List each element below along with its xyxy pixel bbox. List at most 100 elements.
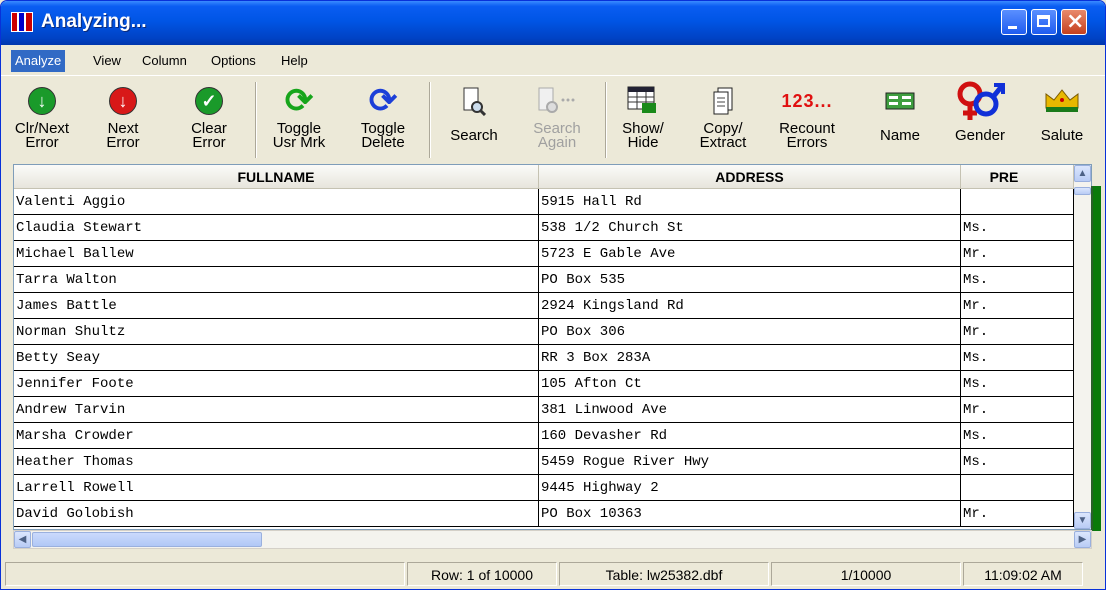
cell-fullname[interactable]: Norman Shultz	[14, 319, 539, 345]
cell-address[interactable]: RR 3 Box 283A	[539, 345, 961, 371]
cell-address[interactable]: 160 Devasher Rd	[539, 423, 961, 449]
cell-pre[interactable]: Ms.	[961, 371, 1074, 397]
cell-fullname[interactable]: Heather Thomas	[14, 449, 539, 475]
show-hide-button[interactable]: Show/ Hide	[613, 80, 673, 160]
minimize-button[interactable]	[1001, 9, 1027, 35]
clear-error-button[interactable]: ✓ Clear Error	[183, 80, 235, 160]
cell-address[interactable]: 5915 Hall Rd	[539, 189, 961, 215]
salute-button[interactable]: Salute	[1027, 80, 1097, 160]
menu-view[interactable]: View	[89, 50, 125, 72]
table-row[interactable]: Marsha Crowder 160 Devasher Rd Ms.	[14, 423, 1074, 449]
cell-pre[interactable]: Ms.	[961, 423, 1074, 449]
copy-extract-button[interactable]: Copy/ Extract	[691, 80, 755, 160]
cell-pre[interactable]: Mr.	[961, 241, 1074, 267]
cell-address[interactable]: PO Box 535	[539, 267, 961, 293]
table-row[interactable]: Heather Thomas 5459 Rogue River Hwy Ms.	[14, 449, 1074, 475]
table-row[interactable]: Larrell Rowell 9445 Highway 2	[14, 475, 1074, 501]
toggle-delete-button[interactable]: ⟳ Toggle Delete	[351, 80, 415, 160]
cell-pre[interactable]: Mr.	[961, 319, 1074, 345]
cell-pre[interactable]: Mr.	[961, 293, 1074, 319]
toolbar-separator	[255, 82, 257, 158]
name-button[interactable]: Name	[869, 80, 931, 160]
search-again-icon	[538, 87, 575, 113]
menu-analyze[interactable]: Analyze	[11, 50, 66, 72]
cell-address[interactable]: PO Box 10363	[539, 501, 961, 527]
search-again-label: Search Again	[533, 120, 581, 151]
menu-options[interactable]: Options	[207, 50, 260, 72]
cell-fullname[interactable]: Valenti Aggio	[14, 189, 539, 215]
clear-error-label: Clear Error	[191, 120, 227, 151]
cell-pre[interactable]: Ms.	[961, 215, 1074, 241]
cell-address[interactable]: PO Box 306	[539, 319, 961, 345]
cell-pre[interactable]: Mr.	[961, 397, 1074, 423]
scroll-down-button[interactable]: ▼	[1074, 512, 1091, 529]
toggle-usr-mrk-button[interactable]: ⟳ Toggle Usr Mrk	[267, 80, 331, 160]
cell-pre[interactable]: Ms.	[961, 345, 1074, 371]
menu-column[interactable]: Column	[138, 50, 191, 72]
table-row[interactable]: Valenti Aggio 5915 Hall Rd	[14, 189, 1074, 215]
blue-refresh-icon: ⟳	[368, 82, 398, 120]
cell-pre[interactable]: Ms.	[961, 267, 1074, 293]
table-row[interactable]: Tarra Walton PO Box 535 Ms.	[14, 267, 1074, 293]
toolbar-separator	[429, 82, 431, 158]
scroll-up-button[interactable]: ▲	[1074, 165, 1091, 182]
close-button[interactable]: ×	[1061, 9, 1087, 35]
table-row[interactable]: Jennifer Foote 105 Afton Ct Ms.	[14, 371, 1074, 397]
table-row[interactable]: Claudia Stewart 538 1/2 Church St Ms.	[14, 215, 1074, 241]
cell-fullname[interactable]: Jennifer Foote	[14, 371, 539, 397]
cell-fullname[interactable]: Claudia Stewart	[14, 215, 539, 241]
table-row[interactable]: Norman Shultz PO Box 306 Mr.	[14, 319, 1074, 345]
recount-errors-label: Recount Errors	[779, 120, 835, 151]
green-down-arrow-icon: ↓	[28, 87, 56, 115]
cell-fullname[interactable]: James Battle	[14, 293, 539, 319]
column-header-address[interactable]: ADDRESS	[539, 165, 961, 189]
vertical-scrollbar[interactable]: ▲ ▼	[1074, 165, 1091, 529]
scroll-right-button[interactable]: ▶	[1074, 531, 1091, 548]
data-grid[interactable]: FULLNAME ADDRESS PRE Valenti Aggio 5915 H…	[13, 164, 1092, 530]
cell-pre[interactable]: Ms.	[961, 449, 1074, 475]
cell-pre[interactable]: Mr.	[961, 501, 1074, 527]
horizontal-scroll-thumb[interactable]	[32, 532, 262, 547]
cell-fullname[interactable]: Andrew Tarvin	[14, 397, 539, 423]
table-row[interactable]: James Battle 2924 Kingsland Rd Mr.	[14, 293, 1074, 319]
cell-fullname[interactable]: Tarra Walton	[14, 267, 539, 293]
maximize-button[interactable]	[1031, 9, 1057, 35]
cell-pre[interactable]	[961, 475, 1074, 501]
recount-errors-button[interactable]: 123... Recount Errors	[769, 80, 845, 160]
title-bar[interactable]: Analyzing... ×	[1, 1, 1105, 45]
scroll-left-button[interactable]: ◀	[14, 531, 31, 548]
cell-fullname[interactable]: Larrell Rowell	[14, 475, 539, 501]
cell-address[interactable]: 381 Linwood Ave	[539, 397, 961, 423]
table-row[interactable]: Betty Seay RR 3 Box 283A Ms.	[14, 345, 1074, 371]
vertical-scroll-thumb[interactable]	[1074, 187, 1091, 195]
red-down-arrow-icon: ↓	[109, 87, 137, 115]
table-row[interactable]: David Golobish PO Box 10363 Mr.	[14, 501, 1074, 527]
search-button[interactable]: Search	[441, 80, 507, 160]
cell-pre[interactable]	[961, 189, 1074, 215]
cell-address[interactable]: 5723 E Gable Ave	[539, 241, 961, 267]
cell-fullname[interactable]: Michael Ballew	[14, 241, 539, 267]
search-again-button[interactable]: Search Again	[521, 80, 593, 160]
cell-address[interactable]: 538 1/2 Church St	[539, 215, 961, 241]
table-row[interactable]: Michael Ballew 5723 E Gable Ave Mr.	[14, 241, 1074, 267]
next-error-button[interactable]: ↓ Next Error	[99, 80, 147, 160]
green-refresh-icon: ⟳	[284, 82, 314, 120]
menu-help[interactable]: Help	[277, 50, 312, 72]
cell-fullname[interactable]: David Golobish	[14, 501, 539, 527]
table-row[interactable]: Andrew Tarvin 381 Linwood Ave Mr.	[14, 397, 1074, 423]
toggle-usr-mrk-label: Toggle Usr Mrk	[272, 120, 326, 151]
horizontal-scrollbar[interactable]: ◀ ▶	[13, 530, 1092, 549]
cell-fullname[interactable]: Betty Seay	[14, 345, 539, 371]
cell-address[interactable]: 105 Afton Ct	[539, 371, 961, 397]
clr-next-error-button[interactable]: ↓ Clr/Next Error	[11, 80, 73, 160]
cell-fullname[interactable]: Marsha Crowder	[14, 423, 539, 449]
app-icon[interactable]	[11, 12, 33, 32]
cell-address[interactable]: 9445 Highway 2	[539, 475, 961, 501]
clr-next-error-label: Clr/Next Error	[14, 120, 70, 151]
cell-address[interactable]: 5459 Rogue River Hwy	[539, 449, 961, 475]
cell-address[interactable]: 2924 Kingsland Rd	[539, 293, 961, 319]
search-icon	[463, 87, 486, 116]
gender-button[interactable]: Gender	[945, 80, 1015, 160]
column-header-pre[interactable]: PRE	[961, 165, 1074, 189]
column-header-fullname[interactable]: FULLNAME	[14, 165, 539, 189]
